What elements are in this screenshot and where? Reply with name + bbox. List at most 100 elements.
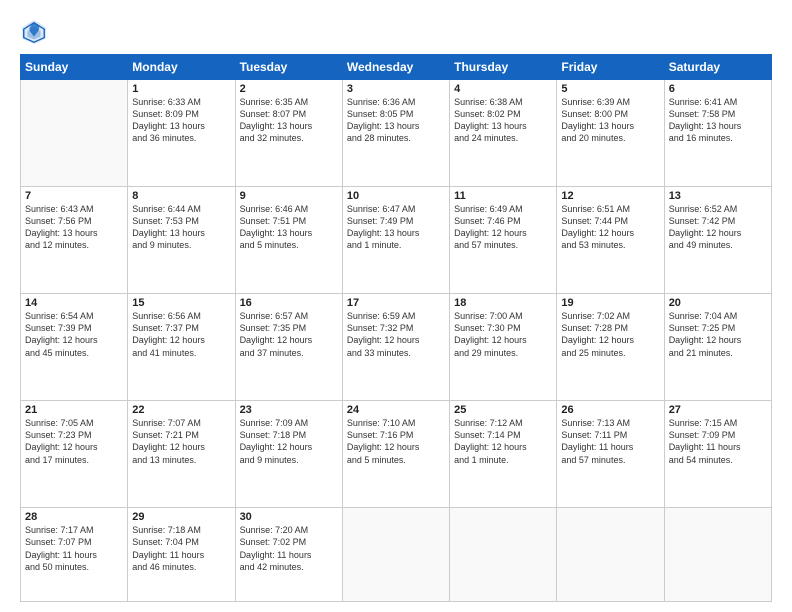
day-number: 12: [561, 190, 659, 202]
day-number: 15: [132, 297, 230, 309]
calendar-cell: 2Sunrise: 6:35 AM Sunset: 8:07 PM Daylig…: [235, 80, 342, 187]
day-number: 7: [25, 190, 123, 202]
week-row: 28Sunrise: 7:17 AM Sunset: 7:07 PM Dayli…: [21, 508, 772, 602]
day-number: 23: [240, 404, 338, 416]
day-number: 17: [347, 297, 445, 309]
day-number: 18: [454, 297, 552, 309]
calendar-cell: [21, 80, 128, 187]
day-number: 9: [240, 190, 338, 202]
day-info: Sunrise: 7:18 AM Sunset: 7:04 PM Dayligh…: [132, 524, 230, 573]
day-info: Sunrise: 7:07 AM Sunset: 7:21 PM Dayligh…: [132, 417, 230, 466]
page: SundayMondayTuesdayWednesdayThursdayFrid…: [0, 0, 792, 612]
day-info: Sunrise: 6:54 AM Sunset: 7:39 PM Dayligh…: [25, 310, 123, 359]
day-number: 13: [669, 190, 767, 202]
day-number: 29: [132, 511, 230, 523]
day-number: 19: [561, 297, 659, 309]
day-number: 8: [132, 190, 230, 202]
calendar-cell: 3Sunrise: 6:36 AM Sunset: 8:05 PM Daylig…: [342, 80, 449, 187]
weekday-header: Monday: [128, 55, 235, 80]
calendar-cell: 21Sunrise: 7:05 AM Sunset: 7:23 PM Dayli…: [21, 401, 128, 508]
calendar-cell: 12Sunrise: 6:51 AM Sunset: 7:44 PM Dayli…: [557, 187, 664, 294]
day-info: Sunrise: 7:09 AM Sunset: 7:18 PM Dayligh…: [240, 417, 338, 466]
calendar-cell: 20Sunrise: 7:04 AM Sunset: 7:25 PM Dayli…: [664, 294, 771, 401]
day-number: 4: [454, 83, 552, 95]
day-info: Sunrise: 6:39 AM Sunset: 8:00 PM Dayligh…: [561, 96, 659, 145]
calendar-cell: 11Sunrise: 6:49 AM Sunset: 7:46 PM Dayli…: [450, 187, 557, 294]
calendar-cell: 6Sunrise: 6:41 AM Sunset: 7:58 PM Daylig…: [664, 80, 771, 187]
day-info: Sunrise: 6:47 AM Sunset: 7:49 PM Dayligh…: [347, 203, 445, 252]
logo-icon: [20, 18, 48, 46]
weekday-header: Thursday: [450, 55, 557, 80]
calendar-cell: 5Sunrise: 6:39 AM Sunset: 8:00 PM Daylig…: [557, 80, 664, 187]
weekday-header: Friday: [557, 55, 664, 80]
day-info: Sunrise: 6:33 AM Sunset: 8:09 PM Dayligh…: [132, 96, 230, 145]
calendar-cell: [450, 508, 557, 602]
day-number: 24: [347, 404, 445, 416]
day-number: 5: [561, 83, 659, 95]
calendar-cell: 4Sunrise: 6:38 AM Sunset: 8:02 PM Daylig…: [450, 80, 557, 187]
day-info: Sunrise: 6:56 AM Sunset: 7:37 PM Dayligh…: [132, 310, 230, 359]
weekday-header: Sunday: [21, 55, 128, 80]
day-number: 10: [347, 190, 445, 202]
day-number: 2: [240, 83, 338, 95]
calendar-cell: 26Sunrise: 7:13 AM Sunset: 7:11 PM Dayli…: [557, 401, 664, 508]
calendar-cell: 28Sunrise: 7:17 AM Sunset: 7:07 PM Dayli…: [21, 508, 128, 602]
calendar-cell: 27Sunrise: 7:15 AM Sunset: 7:09 PM Dayli…: [664, 401, 771, 508]
day-info: Sunrise: 7:15 AM Sunset: 7:09 PM Dayligh…: [669, 417, 767, 466]
calendar-cell: 9Sunrise: 6:46 AM Sunset: 7:51 PM Daylig…: [235, 187, 342, 294]
weekday-header: Saturday: [664, 55, 771, 80]
calendar-cell: 18Sunrise: 7:00 AM Sunset: 7:30 PM Dayli…: [450, 294, 557, 401]
day-number: 11: [454, 190, 552, 202]
week-row: 7Sunrise: 6:43 AM Sunset: 7:56 PM Daylig…: [21, 187, 772, 294]
day-info: Sunrise: 7:12 AM Sunset: 7:14 PM Dayligh…: [454, 417, 552, 466]
day-number: 26: [561, 404, 659, 416]
calendar: SundayMondayTuesdayWednesdayThursdayFrid…: [20, 54, 772, 602]
day-number: 25: [454, 404, 552, 416]
weekday-header: Wednesday: [342, 55, 449, 80]
calendar-cell: 23Sunrise: 7:09 AM Sunset: 7:18 PM Dayli…: [235, 401, 342, 508]
calendar-cell: 17Sunrise: 6:59 AM Sunset: 7:32 PM Dayli…: [342, 294, 449, 401]
day-info: Sunrise: 7:10 AM Sunset: 7:16 PM Dayligh…: [347, 417, 445, 466]
day-info: Sunrise: 7:13 AM Sunset: 7:11 PM Dayligh…: [561, 417, 659, 466]
day-number: 30: [240, 511, 338, 523]
day-info: Sunrise: 7:04 AM Sunset: 7:25 PM Dayligh…: [669, 310, 767, 359]
day-number: 6: [669, 83, 767, 95]
day-number: 1: [132, 83, 230, 95]
calendar-cell: 7Sunrise: 6:43 AM Sunset: 7:56 PM Daylig…: [21, 187, 128, 294]
calendar-cell: 30Sunrise: 7:20 AM Sunset: 7:02 PM Dayli…: [235, 508, 342, 602]
calendar-cell: 8Sunrise: 6:44 AM Sunset: 7:53 PM Daylig…: [128, 187, 235, 294]
day-info: Sunrise: 6:35 AM Sunset: 8:07 PM Dayligh…: [240, 96, 338, 145]
calendar-cell: [664, 508, 771, 602]
calendar-cell: 16Sunrise: 6:57 AM Sunset: 7:35 PM Dayli…: [235, 294, 342, 401]
day-info: Sunrise: 7:20 AM Sunset: 7:02 PM Dayligh…: [240, 524, 338, 573]
day-info: Sunrise: 6:38 AM Sunset: 8:02 PM Dayligh…: [454, 96, 552, 145]
day-info: Sunrise: 7:00 AM Sunset: 7:30 PM Dayligh…: [454, 310, 552, 359]
week-row: 1Sunrise: 6:33 AM Sunset: 8:09 PM Daylig…: [21, 80, 772, 187]
day-number: 16: [240, 297, 338, 309]
calendar-cell: 10Sunrise: 6:47 AM Sunset: 7:49 PM Dayli…: [342, 187, 449, 294]
day-info: Sunrise: 6:41 AM Sunset: 7:58 PM Dayligh…: [669, 96, 767, 145]
day-number: 14: [25, 297, 123, 309]
day-info: Sunrise: 6:51 AM Sunset: 7:44 PM Dayligh…: [561, 203, 659, 252]
day-info: Sunrise: 6:49 AM Sunset: 7:46 PM Dayligh…: [454, 203, 552, 252]
day-info: Sunrise: 6:44 AM Sunset: 7:53 PM Dayligh…: [132, 203, 230, 252]
calendar-cell: 29Sunrise: 7:18 AM Sunset: 7:04 PM Dayli…: [128, 508, 235, 602]
day-info: Sunrise: 6:59 AM Sunset: 7:32 PM Dayligh…: [347, 310, 445, 359]
calendar-header-row: SundayMondayTuesdayWednesdayThursdayFrid…: [21, 55, 772, 80]
day-info: Sunrise: 7:05 AM Sunset: 7:23 PM Dayligh…: [25, 417, 123, 466]
day-info: Sunrise: 6:46 AM Sunset: 7:51 PM Dayligh…: [240, 203, 338, 252]
calendar-cell: 14Sunrise: 6:54 AM Sunset: 7:39 PM Dayli…: [21, 294, 128, 401]
day-number: 3: [347, 83, 445, 95]
day-info: Sunrise: 7:17 AM Sunset: 7:07 PM Dayligh…: [25, 524, 123, 573]
day-number: 22: [132, 404, 230, 416]
calendar-body: 1Sunrise: 6:33 AM Sunset: 8:09 PM Daylig…: [21, 80, 772, 602]
header: [20, 18, 772, 46]
day-number: 28: [25, 511, 123, 523]
day-number: 20: [669, 297, 767, 309]
calendar-cell: 1Sunrise: 6:33 AM Sunset: 8:09 PM Daylig…: [128, 80, 235, 187]
day-info: Sunrise: 6:57 AM Sunset: 7:35 PM Dayligh…: [240, 310, 338, 359]
logo: [20, 18, 52, 46]
day-info: Sunrise: 6:52 AM Sunset: 7:42 PM Dayligh…: [669, 203, 767, 252]
day-number: 27: [669, 404, 767, 416]
calendar-cell: 22Sunrise: 7:07 AM Sunset: 7:21 PM Dayli…: [128, 401, 235, 508]
